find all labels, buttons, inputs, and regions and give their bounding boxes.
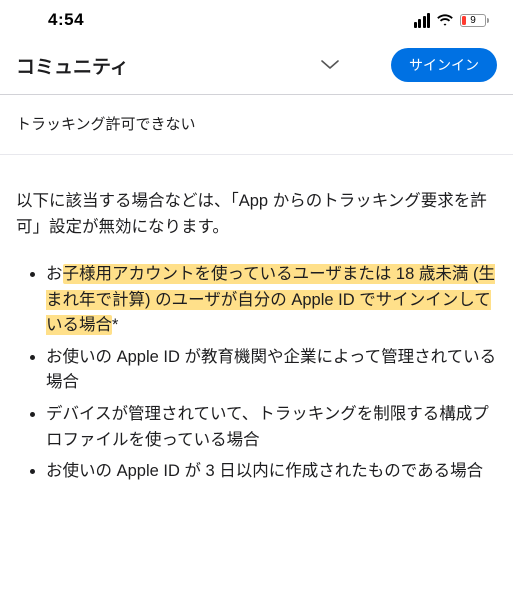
cellular-signal-icon — [414, 13, 431, 28]
status-time: 4:54 — [48, 10, 84, 30]
wifi-icon — [436, 14, 454, 27]
page-subhead: トラッキング許可できない — [0, 95, 513, 155]
list-item: お使いの Apple ID が 3 日以内に作成されたものである場合 — [46, 459, 497, 485]
intro-paragraph: 以下に該当する場合などは、「App からのトラッキング要求を許可」設定が無効にな… — [16, 189, 497, 240]
signin-button[interactable]: サインイン — [391, 48, 497, 82]
list-item: お子様用アカウントを使っているユーザまたは 18 歳未満 (生まれ年で計算) の… — [46, 262, 497, 339]
chevron-down-icon[interactable] — [321, 60, 339, 70]
list-item: お使いの Apple ID が教育機関や企業によって管理されている場合 — [46, 345, 497, 396]
article-content: 以下に該当する場合などは、「App からのトラッキング要求を許可」設定が無効にな… — [0, 155, 513, 501]
nav-bar: コミュニティ サインイン — [0, 36, 513, 94]
conditions-list: お子様用アカウントを使っているユーザまたは 18 歳未満 (生まれ年で計算) の… — [16, 262, 497, 485]
status-bar: 4:54 9 — [0, 0, 513, 36]
battery-icon: 9 — [460, 14, 489, 27]
nav-title[interactable]: コミュニティ — [16, 52, 129, 79]
status-indicators: 9 — [414, 13, 490, 28]
list-item: デバイスが管理されていて、トラッキングを制限する構成プロファイルを使っている場合 — [46, 402, 497, 453]
battery-level: 9 — [461, 15, 485, 26]
